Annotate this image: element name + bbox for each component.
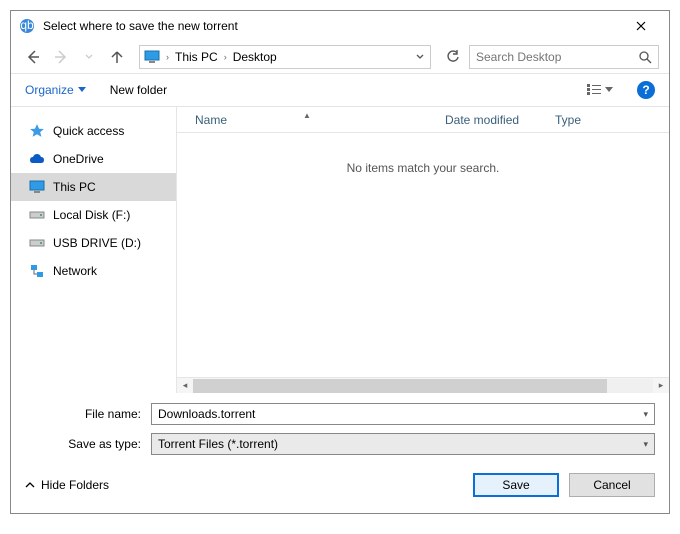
chevron-down-icon[interactable]: ▾ [643, 439, 648, 450]
organize-menu[interactable]: Organize [25, 83, 86, 97]
help-button[interactable]: ? [637, 81, 655, 99]
nav-tree: Quick access OneDrive This PC Local Disk… [11, 107, 177, 393]
filename-row: File name: ▾ [11, 401, 669, 427]
tree-label: Network [53, 264, 97, 278]
filename-input[interactable] [158, 407, 643, 421]
col-name-label: Name [185, 113, 227, 127]
network-icon [29, 264, 45, 278]
pc-icon [144, 50, 160, 64]
chevron-right-icon: › [224, 52, 227, 62]
close-button[interactable] [621, 12, 661, 40]
pc-icon [29, 180, 45, 194]
tree-this-pc[interactable]: This PC [11, 173, 176, 201]
tree-label: Local Disk (F:) [53, 208, 130, 222]
filename-field[interactable]: ▾ [151, 403, 655, 425]
cancel-button[interactable]: Cancel [569, 473, 655, 497]
saveas-row: Save as type: Torrent Files (*.torrent) … [11, 431, 669, 457]
saveas-value: Torrent Files (*.torrent) [158, 437, 643, 451]
nav-row: › This PC › Desktop [11, 41, 669, 73]
tree-local-disk[interactable]: Local Disk (F:) [11, 201, 176, 229]
col-type[interactable]: Type [547, 113, 669, 127]
chevron-down-icon[interactable]: ▾ [643, 409, 648, 420]
up-button[interactable] [105, 45, 129, 69]
chevron-right-icon: › [166, 52, 169, 62]
app-icon: qb [19, 18, 35, 34]
star-icon [29, 124, 45, 138]
horizontal-scrollbar[interactable]: ◂ ▸ [177, 377, 669, 393]
scroll-track[interactable] [193, 379, 653, 393]
scroll-thumb[interactable] [193, 379, 607, 393]
body: Quick access OneDrive This PC Local Disk… [11, 107, 669, 393]
tree-quick-access[interactable]: Quick access [11, 117, 176, 145]
col-date[interactable]: Date modified [437, 113, 547, 127]
save-dialog: qb Select where to save the new torrent … [10, 10, 670, 514]
footer: Hide Folders Save Cancel [11, 457, 669, 513]
tree-usb-drive[interactable]: USB DRIVE (D:) [11, 229, 176, 257]
column-headers: ▲ Name Date modified Type [177, 107, 669, 133]
col-name[interactable]: ▲ Name [177, 113, 437, 127]
saveas-label: Save as type: [25, 437, 151, 451]
search-input[interactable] [476, 50, 639, 64]
tree-label: This PC [53, 180, 96, 194]
sort-asc-icon: ▲ [303, 111, 311, 120]
hide-folders-label: Hide Folders [41, 478, 109, 492]
filename-label: File name: [25, 407, 151, 421]
tree-network[interactable]: Network [11, 257, 176, 285]
window-title: Select where to save the new torrent [43, 19, 621, 33]
search-box[interactable] [469, 45, 659, 69]
empty-message: No items match your search. [177, 133, 669, 377]
refresh-button[interactable] [441, 45, 465, 69]
breadcrumb-desktop[interactable]: Desktop [233, 50, 277, 64]
search-icon [639, 51, 652, 64]
svg-text:qb: qb [20, 18, 34, 32]
disk-icon [29, 208, 45, 222]
recent-dropdown[interactable] [77, 45, 101, 69]
titlebar: qb Select where to save the new torrent [11, 11, 669, 41]
saveas-combo[interactable]: Torrent Files (*.torrent) ▾ [151, 433, 655, 455]
new-folder-button[interactable]: New folder [110, 83, 167, 97]
tree-label: Quick access [53, 124, 124, 138]
address-bar[interactable]: › This PC › Desktop [139, 45, 431, 69]
view-options[interactable] [587, 84, 613, 96]
save-button[interactable]: Save [473, 473, 559, 497]
disk-icon [29, 236, 45, 250]
tree-label: USB DRIVE (D:) [53, 236, 141, 250]
hide-folders-toggle[interactable]: Hide Folders [25, 478, 109, 492]
scroll-right-icon[interactable]: ▸ [653, 379, 669, 393]
file-pane: ▲ Name Date modified Type No items match… [177, 107, 669, 393]
tree-onedrive[interactable]: OneDrive [11, 145, 176, 173]
tree-label: OneDrive [53, 152, 104, 166]
forward-button[interactable] [49, 45, 73, 69]
chevron-up-icon [25, 481, 35, 489]
breadcrumb-this-pc[interactable]: This PC [175, 50, 218, 64]
back-button[interactable] [21, 45, 45, 69]
organize-label: Organize [25, 83, 74, 97]
scroll-left-icon[interactable]: ◂ [177, 379, 193, 393]
address-dropdown[interactable] [414, 53, 426, 61]
toolbar: Organize New folder ? [11, 73, 669, 107]
cloud-icon [29, 152, 45, 166]
